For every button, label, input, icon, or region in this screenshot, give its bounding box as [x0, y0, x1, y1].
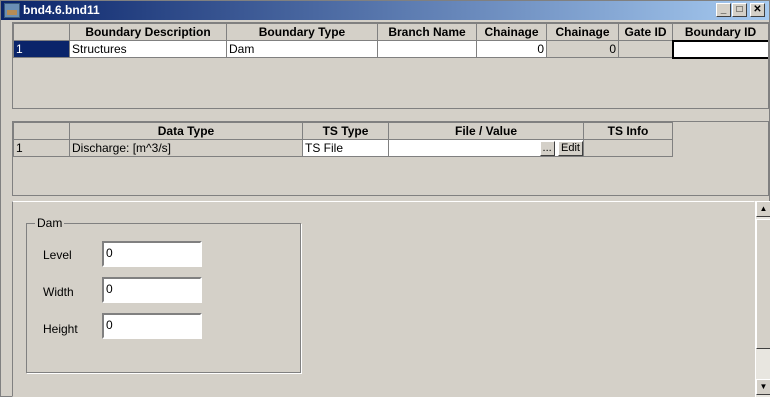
- boundary-header-gate-id[interactable]: Gate ID: [618, 23, 673, 41]
- dialog-window: bnd4.6.bnd11 _ □ ✕ Boundary Description …: [0, 0, 770, 397]
- height-label: Height: [43, 322, 78, 336]
- boundary-table-panel: Boundary Description Boundary Type Branc…: [12, 22, 769, 109]
- ts-type-cell[interactable]: TS File: [302, 139, 389, 157]
- ts-header-ts-type[interactable]: TS Type: [302, 122, 389, 140]
- ts-header-row: Data Type TS Type File / Value TS Info: [13, 122, 673, 140]
- title-bar[interactable]: bnd4.6.bnd11 _ □ ✕: [1, 1, 769, 20]
- ts-info-cell: [583, 139, 673, 157]
- minimize-button[interactable]: _: [716, 3, 731, 17]
- chainage-cell-1[interactable]: 0: [476, 40, 547, 58]
- width-label: Width: [43, 285, 74, 299]
- level-label: Level: [43, 248, 72, 262]
- boundary-header-chainage-2[interactable]: Chainage: [546, 23, 619, 41]
- level-input[interactable]: 0: [102, 241, 202, 267]
- app-icon: [4, 3, 20, 18]
- row-index[interactable]: 1: [13, 40, 70, 58]
- edit-button[interactable]: Edit: [558, 141, 583, 156]
- ts-row-index[interactable]: 1: [13, 139, 70, 157]
- ts-table-panel: Data Type TS Type File / Value TS Info 1…: [12, 121, 769, 196]
- boundary-header-row: Boundary Description Boundary Type Branc…: [13, 23, 768, 41]
- boundary-header-boundary-id[interactable]: Boundary ID: [672, 23, 768, 41]
- table-row[interactable]: 1 Structures Dam 0 0: [13, 39, 768, 59]
- ts-table: Data Type TS Type File / Value TS Info 1…: [13, 122, 673, 157]
- ts-header-file-value[interactable]: File / Value: [388, 122, 584, 140]
- close-button[interactable]: ✕: [750, 3, 765, 17]
- ts-header-index: [13, 122, 70, 140]
- boundary-header-description[interactable]: Boundary Description: [69, 23, 227, 41]
- scroll-down-button[interactable]: ▼: [756, 379, 770, 395]
- branch-name-cell[interactable]: [377, 40, 477, 58]
- scroll-up-button[interactable]: ▲: [756, 201, 770, 217]
- boundary-table: Boundary Description Boundary Type Branc…: [13, 23, 768, 59]
- width-input[interactable]: 0: [102, 277, 202, 303]
- chainage-cell-2: 0: [546, 40, 619, 58]
- boundary-header-index: [13, 23, 70, 41]
- boundary-header-type[interactable]: Boundary Type: [226, 23, 378, 41]
- dam-group-legend: Dam: [35, 216, 65, 230]
- ts-header-ts-info[interactable]: TS Info: [583, 122, 673, 140]
- table-row[interactable]: 1 Discharge: [m^3/s] TS File ... Edit: [13, 139, 673, 157]
- boundary-header-branch[interactable]: Branch Name: [377, 23, 477, 41]
- file-value-cell[interactable]: ... Edit: [388, 139, 584, 157]
- vertical-scrollbar[interactable]: ▲ ▼: [755, 201, 770, 397]
- ts-header-data-type[interactable]: Data Type: [69, 122, 303, 140]
- gate-id-cell: [618, 40, 673, 58]
- height-input[interactable]: 0: [102, 313, 202, 339]
- boundary-id-cell[interactable]: [671, 39, 768, 59]
- boundary-header-chainage-1[interactable]: Chainage: [476, 23, 547, 41]
- window-title: bnd4.6.bnd11: [23, 3, 100, 17]
- maximize-button[interactable]: □: [732, 3, 747, 17]
- browse-button[interactable]: ...: [539, 141, 555, 156]
- boundary-type-cell[interactable]: Dam: [226, 40, 378, 58]
- scroll-thumb[interactable]: [756, 219, 770, 349]
- dam-groupbox: Dam Level 0 Width 0 Height 0: [26, 216, 301, 373]
- boundary-description-cell[interactable]: Structures: [69, 40, 227, 58]
- data-type-cell: Discharge: [m^3/s]: [69, 139, 303, 157]
